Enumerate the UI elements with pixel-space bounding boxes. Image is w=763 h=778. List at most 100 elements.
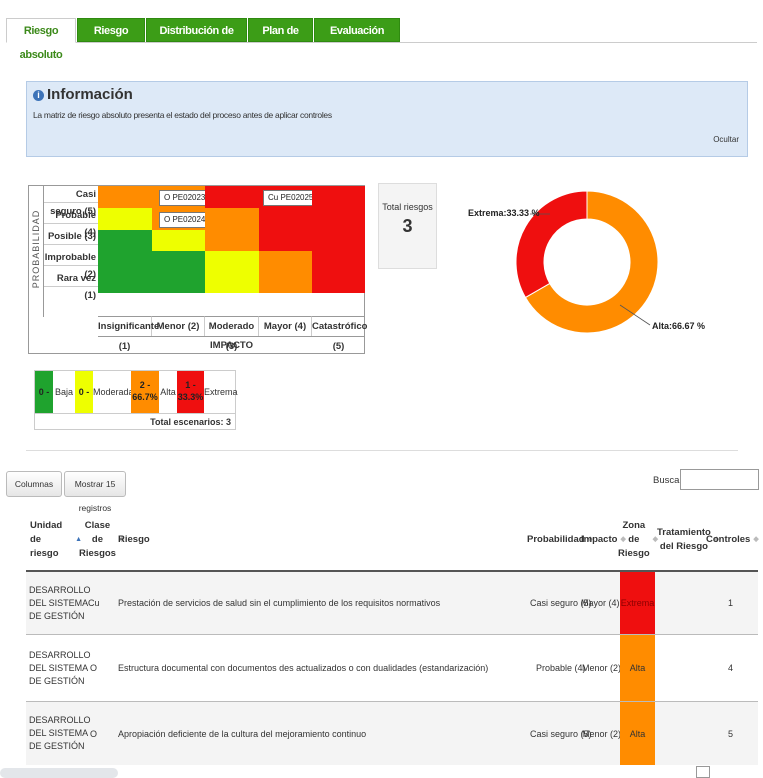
matrix-cell[interactable] xyxy=(98,272,152,293)
total-risks-label: Total riesgos xyxy=(382,202,433,212)
cell-unidad: DESARROLLO DEL SISTEMA DE GESTIÓN xyxy=(29,715,91,751)
matrix-cell[interactable] xyxy=(312,272,365,293)
tab-distribucion-escenarios[interactable]: Distribución de escenarios xyxy=(146,18,247,61)
matrix-cell[interactable] xyxy=(152,251,205,272)
cell-clase: O xyxy=(90,728,98,739)
donut-slice-alta[interactable] xyxy=(524,190,659,334)
cell-controles: 4 xyxy=(728,663,734,673)
columns-button[interactable]: Columnas xyxy=(6,471,62,497)
tab-plan-accion[interactable]: Plan de acción xyxy=(248,18,313,61)
row-label-improbable: Improbable (2) xyxy=(44,249,98,280)
risk-matrix: PROBABILIDAD Casi seguro (5) Probable (4… xyxy=(28,185,367,354)
matrix-cell[interactable] xyxy=(98,208,152,230)
matrix-cell[interactable] xyxy=(312,186,365,208)
th-unidad-riesgo[interactable]: Unidad de riesgo ▲ xyxy=(30,510,82,570)
info-icon: i xyxy=(33,90,44,101)
risk-code-pe02024[interactable]: O PE02024 xyxy=(159,212,211,228)
legend-baja-count: 0 - xyxy=(35,371,53,413)
impact-axis-label: IMPACTO xyxy=(98,336,365,354)
th-controles[interactable]: Controles ◆ xyxy=(706,510,759,570)
cell-riesgo: Prestación de servicios de salud sin el … xyxy=(118,598,441,608)
matrix-cell[interactable] xyxy=(205,272,259,293)
col-label-menor: Menor (2) xyxy=(152,316,205,336)
legend-moderada-label: Moderada xyxy=(93,387,134,397)
th-tratamiento[interactable]: Tratamiento del Riesgo ◆ xyxy=(657,510,719,570)
matrix-cell[interactable] xyxy=(98,230,152,251)
col-label-catastrofico: Catastrófico (5) xyxy=(312,316,367,352)
matrix-cell[interactable] xyxy=(259,208,312,230)
matrix-cell[interactable] xyxy=(152,230,205,251)
horizontal-scrollbar[interactable] xyxy=(0,768,118,778)
cell-unidad: DESARROLLO DEL SISTEMA DE GESTIÓN xyxy=(29,649,91,686)
legend-extrema-label: Extrema xyxy=(204,387,238,397)
corner-toggle[interactable] xyxy=(696,766,710,778)
probability-axis-label: PROBABILIDAD xyxy=(29,186,44,317)
info-text: La matriz de riesgo absoluto presenta el… xyxy=(33,110,332,120)
legend-baja-label: Baja xyxy=(54,387,73,397)
legend-alta-count: 2 - 66.7% xyxy=(131,371,159,413)
cell-clase: Cu xyxy=(88,598,100,608)
matrix-cell[interactable] xyxy=(98,186,152,208)
zone-legend: 0 - Baja 0 - Moderada 2 - 66.7% Alta 1 -… xyxy=(34,370,238,430)
section-divider xyxy=(26,450,738,451)
th-probabilidad[interactable]: Probabilidad ◆ xyxy=(527,510,593,570)
th-zona-riesgo[interactable]: Zona de Riesgo ◆ xyxy=(618,510,658,570)
table-row[interactable]: DESARROLLO DEL SISTEMA DE GESTIÓN O Apro… xyxy=(26,701,758,765)
tab-riesgo-residual[interactable]: Riesgo residual xyxy=(77,18,145,61)
matrix-cell[interactable]: Cu PE02025 xyxy=(259,186,319,208)
cell-controles: 5 xyxy=(728,728,734,739)
total-risks-value: 3 xyxy=(402,216,413,236)
col-label-mayor: Mayor (4) xyxy=(259,316,312,336)
matrix-cell[interactable] xyxy=(98,251,152,272)
th-impacto[interactable]: Impacto ◆ xyxy=(581,510,626,570)
matrix-cell[interactable] xyxy=(259,251,312,272)
matrix-cell[interactable] xyxy=(152,272,205,293)
cell-riesgo: Apropiación deficiente de la cultura del… xyxy=(118,728,367,739)
cell-zona: Alta xyxy=(620,702,655,765)
info-panel: i Información La matriz de riesgo absolut… xyxy=(26,81,748,157)
row-label-rara-vez: Rara vez (1) xyxy=(44,270,98,301)
total-risks-box: Total riesgos 3 xyxy=(378,183,437,269)
matrix-cell[interactable] xyxy=(312,230,365,251)
matrix-cell[interactable] xyxy=(259,272,312,293)
tab-evaluacion-controles[interactable]: Evaluación Controles xyxy=(314,18,400,61)
legend-moderada-count: 0 - xyxy=(75,371,93,413)
risk-code-pe02025[interactable]: Cu PE02025 xyxy=(263,190,319,206)
alta-label: Alta:66.67 % xyxy=(652,321,706,331)
show-records-button[interactable]: Mostrar 15 registros xyxy=(64,471,126,513)
info-title-text: Información xyxy=(47,86,133,103)
table-row[interactable]: DESARROLLO DEL SISTEMA DE GESTIÓN Cu Pre… xyxy=(26,570,758,634)
matrix-cell[interactable]: O PE02024 xyxy=(152,208,211,230)
tab-riesgo-absoluto[interactable]: Riesgo absoluto xyxy=(6,18,76,61)
th-riesgo[interactable]: Riesgo xyxy=(118,510,178,570)
legend-alta-label: Alta xyxy=(160,387,176,397)
extrema-label: Extrema:33.33 % xyxy=(468,208,540,218)
legend-total: Total escenarios: 3 xyxy=(35,413,235,430)
hide-info-link[interactable]: Ocultar xyxy=(713,135,739,144)
cell-clase: O xyxy=(90,663,98,673)
matrix-cell[interactable]: O PE02023 xyxy=(152,186,211,208)
cell-unidad: DESARROLLO DEL SISTEMA DE GESTIÓN xyxy=(29,584,91,621)
alta-leader-line xyxy=(619,304,651,326)
th-clase-riesgos[interactable]: Clase de Riesgos ◆ xyxy=(79,510,124,570)
cell-riesgo: Estructura documental con documentos des… xyxy=(118,663,489,673)
matrix-cell[interactable] xyxy=(312,251,365,272)
matrix-cell[interactable] xyxy=(205,251,259,272)
matrix-cell[interactable] xyxy=(259,230,312,251)
risk-code-pe02023[interactable]: O PE02023 xyxy=(159,190,211,206)
matrix-cell[interactable] xyxy=(205,208,259,230)
legend-extrema-count: 1 - 33.3% xyxy=(177,371,204,413)
cell-zona: Extrema xyxy=(620,572,655,634)
matrix-cell[interactable] xyxy=(205,230,259,251)
cell-zona: Alta xyxy=(620,635,655,701)
info-title: i Información xyxy=(33,86,133,103)
search-input[interactable] xyxy=(680,469,759,490)
table-row[interactable]: DESARROLLO DEL SISTEMA DE GESTIÓN O Estr… xyxy=(26,634,758,701)
row-label-casi-seguro: Casi seguro (5) xyxy=(44,186,98,217)
matrix-cell[interactable] xyxy=(205,186,259,208)
col-label-moderado: Moderado (3) xyxy=(205,316,259,352)
row-label-posible: Posible (3) xyxy=(44,228,98,245)
donut-slice-extrema[interactable] xyxy=(515,190,588,299)
tab-bar: Riesgo absoluto Riesgo residual Distribu… xyxy=(6,18,757,61)
matrix-cell[interactable] xyxy=(312,208,365,230)
